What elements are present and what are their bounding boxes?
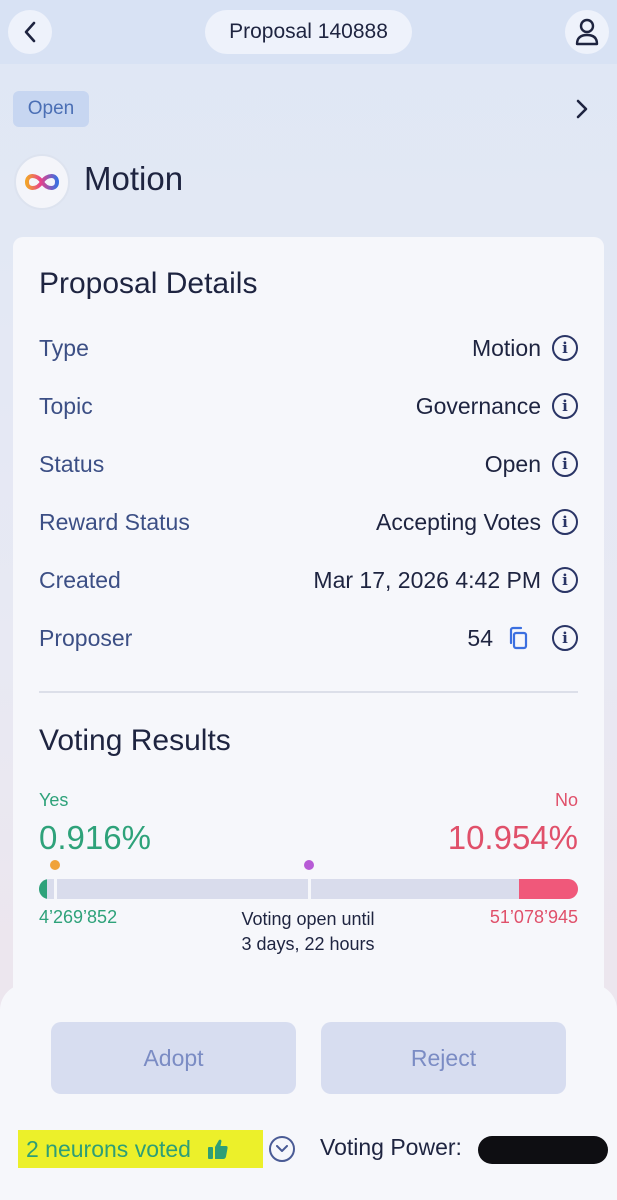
standard-majority-marker — [303, 860, 314, 870]
voting-power-label: Voting Power: — [320, 1134, 462, 1160]
no-vote-count: 51’078’945 — [489, 907, 578, 927]
expand-neurons-button[interactable] — [269, 1136, 295, 1162]
detail-value: Open — [484, 450, 541, 477]
detail-value: 54 — [467, 624, 493, 651]
user-icon — [575, 18, 599, 46]
deadline-line-2: 3 days, 22 hours — [241, 934, 375, 954]
detail-value: Motion — [471, 334, 541, 361]
detail-label: Proposer — [39, 624, 133, 651]
chevron-down-icon — [276, 1145, 288, 1152]
no-votes-fill — [518, 879, 578, 899]
detail-label: Status — [39, 450, 105, 477]
next-proposal-chevron-icon[interactable] — [573, 98, 591, 120]
detail-label: Type — [39, 334, 89, 361]
detail-row-topic: Topic Governance i — [39, 386, 578, 426]
voting-results-heading: Voting Results — [39, 724, 231, 757]
adopt-button[interactable]: Adopt — [51, 1022, 296, 1094]
proposal-logo — [14, 154, 70, 210]
reject-button[interactable]: Reject — [321, 1022, 566, 1094]
detail-label: Topic — [39, 392, 93, 419]
status-badge: Open — [13, 91, 89, 127]
detail-row-reward-status: Reward Status Accepting Votes i — [39, 502, 578, 542]
yes-percent: 0.916% — [39, 819, 151, 856]
detail-value: Governance — [415, 392, 541, 419]
info-icon[interactable]: i — [552, 625, 578, 651]
details-heading: Proposal Details — [39, 267, 258, 300]
neurons-voted-text: 2 neurons voted — [26, 1135, 191, 1162]
voting-actions-sheet: Adopt Reject 2 neurons voted Voting Powe… — [0, 984, 617, 1200]
no-label: No — [554, 790, 578, 810]
proposal-details-card: Proposal Details Type Motion i Topic Gov… — [13, 237, 604, 1037]
infinity-logo-icon — [24, 174, 60, 190]
neurons-voted-indicator[interactable]: 2 neurons voted — [18, 1130, 263, 1168]
voting-deadline: Voting open until 3 days, 22 hours — [208, 907, 408, 957]
voting-progress-bar — [39, 879, 578, 899]
detail-row-created: Created Mar 17, 2026 4:42 PM i — [39, 560, 578, 600]
detail-label: Created — [39, 566, 121, 593]
info-icon[interactable]: i — [552, 451, 578, 477]
info-icon[interactable]: i — [552, 567, 578, 593]
account-button[interactable] — [565, 10, 609, 54]
immediate-majority-tick — [54, 879, 58, 899]
divider — [39, 691, 578, 693]
chevron-left-icon — [24, 21, 36, 43]
detail-value: Accepting Votes — [376, 508, 541, 535]
redacted-voting-power — [478, 1136, 608, 1164]
thumbs-up-icon — [207, 1139, 228, 1159]
info-icon[interactable]: i — [552, 393, 578, 419]
standard-majority-tick — [307, 879, 311, 899]
copy-icon[interactable] — [507, 626, 529, 650]
detail-row-proposer: Proposer 54 i — [39, 618, 578, 658]
proposal-name: Motion — [84, 160, 184, 197]
info-icon[interactable]: i — [552, 509, 578, 535]
yes-vote-count: 4’269’852 — [39, 907, 118, 927]
deadline-line-1: Voting open until — [241, 909, 375, 929]
yes-label: Yes — [39, 790, 69, 810]
detail-value: Mar 17, 2026 4:42 PM — [313, 566, 541, 593]
detail-row-type: Type Motion i — [39, 328, 578, 368]
detail-label: Reward Status — [39, 508, 190, 535]
info-icon[interactable]: i — [552, 335, 578, 361]
yes-votes-fill — [39, 879, 47, 899]
no-percent: 10.954% — [447, 819, 578, 856]
immediate-majority-marker — [50, 860, 61, 870]
back-button[interactable] — [8, 10, 52, 54]
page-title: Proposal 140888 — [205, 10, 412, 54]
detail-row-status: Status Open i — [39, 444, 578, 484]
